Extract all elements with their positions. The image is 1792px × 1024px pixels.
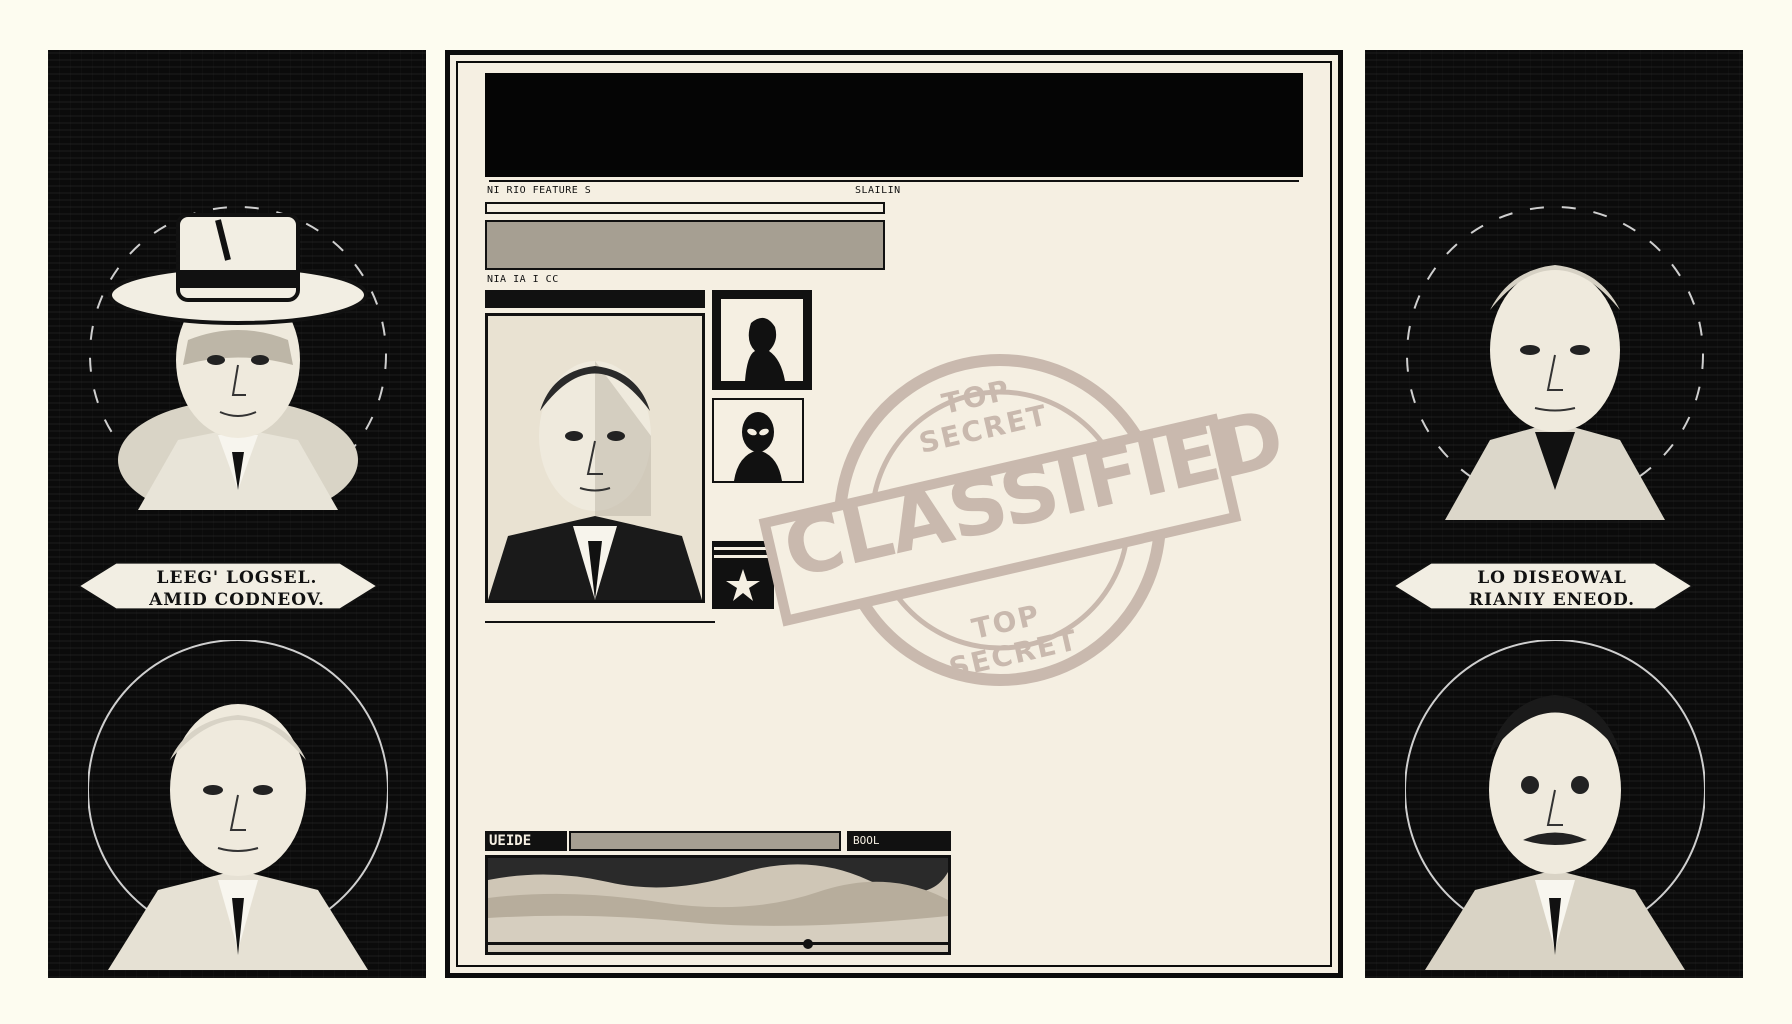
info-field-redacted [485, 220, 885, 270]
suspect-photo [485, 313, 705, 603]
left-banner-line2: AMID CODNEOV. [149, 590, 325, 610]
section-label: NIA IA I CC [487, 274, 559, 285]
photo-underline [485, 621, 715, 623]
photo-caption-bar [485, 290, 705, 308]
desert-landscape-image [485, 855, 951, 955]
portrait-mustached-man [1405, 640, 1705, 970]
portrait-top-hat-man [89, 206, 387, 510]
info-field-1 [485, 202, 885, 214]
right-portrait-panel: LO DISEOWAL RIANIY ENEOD. [1365, 50, 1743, 978]
redacted-header-bar [485, 73, 1303, 177]
classified-dossier: NI RIO FEATURE S SLAILIN NIA IA I CC TOP… [445, 50, 1343, 978]
right-banner-line1: LO DISEOWAL [1477, 568, 1627, 588]
right-banner-line2: RIANIY ENEOD. [1468, 590, 1636, 610]
portrait-young-man [1406, 206, 1704, 520]
left-banner-line1: LEEG' LOGSEL. [156, 568, 318, 588]
footer-tab-bar: UEIDE BOOL [485, 831, 951, 851]
footer-tab-left: UEIDE [485, 831, 567, 851]
footer-tab-right: BOOL [847, 831, 951, 851]
left-portrait-panel: LEEG' LOGSEL. AMID CODNEOV. [48, 50, 426, 978]
header-label-right: SLAILIN [855, 185, 901, 196]
header-label-left: NI RIO FEATURE S [487, 185, 592, 196]
footer-gray-field [569, 831, 841, 851]
portrait-gray-haired-man [88, 640, 388, 970]
